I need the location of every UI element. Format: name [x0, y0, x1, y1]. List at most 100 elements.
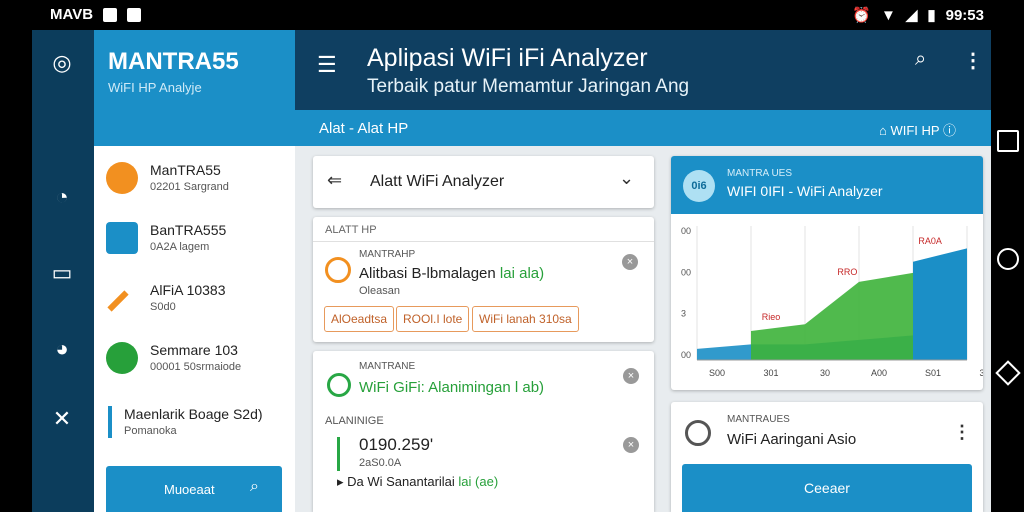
chart-card-header: 0i6 MANTRA UES WIFI 0IFI - WiFi Analyzer	[671, 156, 983, 214]
antenna-icon	[685, 420, 711, 446]
check-button[interactable]: Ceeaer	[682, 464, 972, 512]
chip[interactable]: ROOl.I lote	[396, 306, 470, 332]
app-subtitle: Terbaik patur Memamtur Jaringan Ang	[367, 76, 690, 97]
home-icon[interactable]	[997, 248, 1019, 270]
back-arrow-icon[interactable]: ⇐	[327, 170, 342, 191]
info-icon: ⓘ	[942, 123, 956, 138]
y-tick-label: 00	[681, 267, 691, 277]
tag-icon: ⌂	[879, 123, 887, 138]
drawer-list: ManTRA55 02201 Sargrand BanTRA555 0A2A l…	[94, 146, 295, 512]
navigation-rail: ◎ ◔ ▭ ◕ ✕	[32, 30, 94, 512]
drawer-item-title: BanTRA555	[150, 222, 227, 238]
notification-icon	[103, 7, 118, 22]
drawer-subtitle: WiFI HP Analyje	[108, 80, 202, 95]
section-title: Alat - Alat HP	[319, 120, 409, 137]
image-icon	[127, 7, 142, 22]
analyzer-select-value: Alatt WiFi Analyzer	[370, 173, 505, 190]
carrier-label: MAVB	[50, 6, 94, 23]
reading-subtitle: 2aS0.0A	[359, 457, 402, 469]
more-vert-icon[interactable]: ⋮	[963, 48, 983, 73]
wifi-card[interactable]: MANTRANE WiFi GiFi: Alanimingan l ab) × …	[313, 351, 654, 512]
hamburger-menu-icon[interactable]: ☰	[317, 52, 337, 78]
y-tick-label: 3	[681, 309, 686, 319]
search-icon[interactable]: ⌕	[915, 48, 926, 71]
x-tick-label: A00	[871, 368, 887, 378]
chart-area-segment	[751, 324, 805, 360]
drawer-item-subtitle: 00001 50srmaiode	[150, 361, 242, 373]
card-overline: MANTRAHP	[359, 249, 416, 260]
chip[interactable]: AlOeadtsa	[324, 306, 395, 332]
indicator-bar	[337, 437, 340, 471]
drawer-item[interactable]: BanTRA555 0A2A lagem	[94, 208, 295, 268]
footer-accent: lai (ae)	[458, 474, 499, 489]
card-header: ALATT HP	[325, 224, 377, 236]
analyzer-select[interactable]: ⇐ Alatt WiFi Analyzer ⌄	[313, 156, 654, 208]
drawer-item[interactable]: Maenlarik Boage S2d) Pomanoka	[94, 392, 295, 452]
cell-signal-icon: ◢	[905, 7, 918, 24]
chart-card-title: WIFI 0IFI - WiFi Analyzer	[727, 183, 883, 199]
drawer-header: MANTRA55 WiFI HP Analyje	[94, 30, 295, 146]
drawer-item-subtitle: Pomanoka	[124, 425, 177, 437]
card-overline: MANTRAUES	[727, 414, 790, 425]
x-tick-label: 301	[979, 368, 983, 378]
status-bar: MAVB ⏰ ▼ ◢ ▮ 99:53	[0, 0, 1024, 30]
chart-area-segment	[913, 248, 967, 360]
card-title: WiFi GiFi: Alanimingan l ab)	[359, 379, 545, 396]
close-icon[interactable]: ×	[623, 437, 639, 453]
chevron-down-icon[interactable]: ⌄	[619, 168, 634, 189]
tools-icon[interactable]: ✕	[47, 404, 77, 434]
app-bar: ☰ Aplipasi WiFi iFi Analyzer Terbaik pat…	[295, 30, 991, 110]
screen: MAVB ⏰ ▼ ◢ ▮ 99:53 ◎ ◔ ▭ ◕ ✕ MANTRA55 Wi…	[0, 0, 1024, 512]
close-icon[interactable]: ×	[623, 368, 639, 384]
drawer-item-title: Maenlarik Boage S2d)	[124, 406, 263, 422]
drawer-title: MANTRA55	[108, 48, 239, 75]
drawer-button-label: Muoeaat	[164, 482, 215, 497]
card-title: Alitbasi B-lbmalagen lai ala)	[359, 265, 544, 282]
network-icon	[106, 222, 138, 254]
wifi-signal-icon: ▼	[880, 6, 896, 24]
y-tick-label: 00	[681, 226, 691, 236]
window-icon[interactable]: ▭	[47, 258, 77, 288]
card-section-header: ALANINIGE	[325, 415, 384, 427]
close-icon[interactable]: ×	[622, 254, 638, 270]
more-vert-icon[interactable]: ⋮	[953, 422, 971, 443]
chart-area-segment	[697, 344, 751, 360]
drawer-item-title: ManTRA55	[150, 162, 221, 178]
card-title-main: Alitbasi B-lbmalagen	[359, 265, 496, 282]
network-info-card[interactable]: MANTRAUES WiFi Aaringani Asio ⋮ Ceeaer	[671, 402, 983, 512]
clock: 99:53	[945, 6, 984, 24]
drawer-item-subtitle: 02201 Sargrand	[150, 181, 229, 193]
drawer-item-subtitle: S0d0	[150, 301, 176, 313]
analyzer-logo-icon: 0i6	[683, 170, 715, 202]
drawer-item-title: Semmare 103	[150, 342, 238, 358]
chart-area-segment	[805, 281, 859, 360]
y-tick-label: 00	[681, 350, 691, 360]
divider	[313, 241, 654, 242]
tool-card[interactable]: ALATT HP MANTRAHP Alitbasi B-lbmalagen l…	[313, 217, 654, 342]
wifi-hp-toggle[interactable]: ⌂ WIFI HP ⓘ	[879, 120, 956, 139]
indicator-bar-icon	[108, 406, 112, 438]
card-title-accent: lai ala)	[499, 265, 545, 282]
recents-icon[interactable]	[997, 130, 1019, 152]
drawer-search-button[interactable]: Muoeaat ⌕	[106, 466, 282, 512]
card-footer: ▸ Da Wi Sanantarilai lai (ae)	[337, 474, 499, 489]
drawer-item[interactable]: Semmare 103 00001 50srmaiode	[94, 328, 295, 388]
card-title: WiFi Aaringani Asio	[727, 431, 857, 448]
chip[interactable]: WiFi lanah 310sa	[472, 306, 579, 332]
signal-chart: 00 00 3 00 Rieo RRO RA0A S00 301 30 A00 S01 301	[681, 226, 983, 378]
x-tick-label: S01	[925, 368, 941, 378]
compass-icon[interactable]: ◎	[47, 48, 77, 78]
chart-annotation: Rieo	[762, 312, 781, 322]
chart-area-segment	[859, 272, 913, 360]
chart-card[interactable]: 0i6 MANTRA UES WIFI 0IFI - WiFi Analyzer…	[671, 156, 983, 390]
system-navigation-bar	[991, 30, 1024, 512]
x-tick-label: 301	[763, 368, 778, 378]
speedometer-icon[interactable]: ◔	[47, 182, 77, 212]
back-icon[interactable]	[995, 360, 1021, 386]
globe-icon	[106, 342, 138, 374]
gauge-icon[interactable]: ◕	[47, 334, 77, 364]
card-overline: MANTRANE	[359, 361, 416, 372]
card-subtitle: Oleasan	[359, 285, 400, 297]
drawer-item[interactable]: ManTRA55 02201 Sargrand	[94, 148, 295, 208]
drawer-item[interactable]: AlFiA 10383 S0d0	[94, 268, 295, 328]
